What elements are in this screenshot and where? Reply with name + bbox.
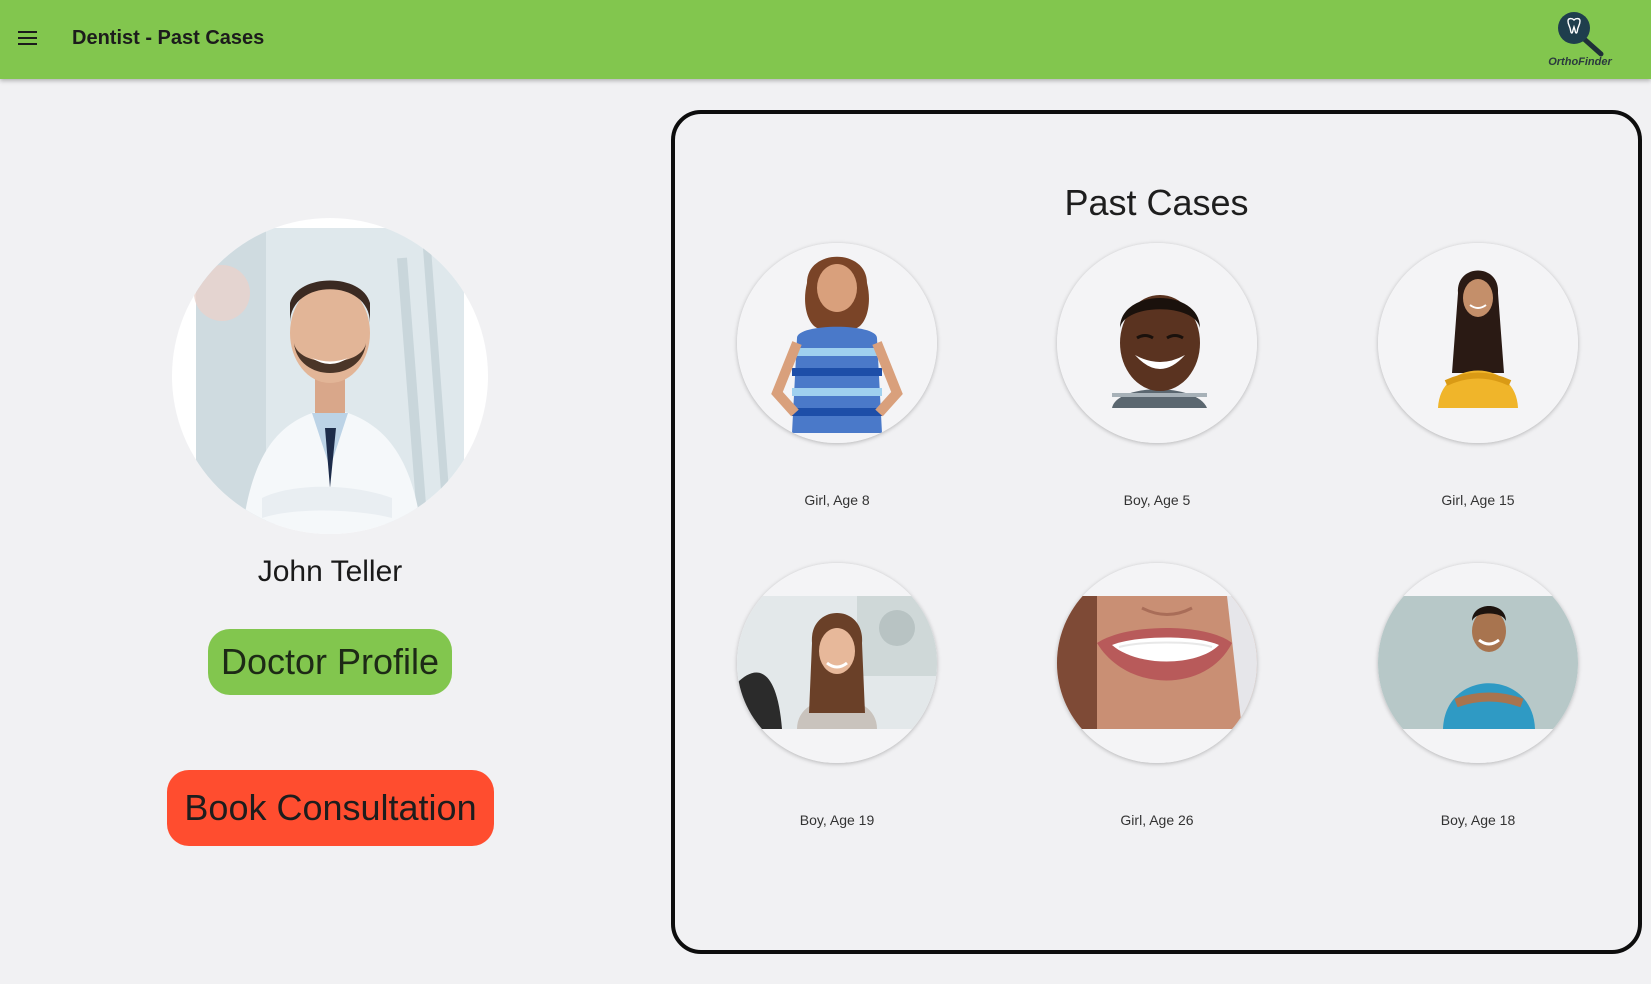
case-photo [1378, 243, 1578, 443]
case-label: Girl, Age 26 [1120, 812, 1194, 828]
doctor-profile-button[interactable]: Doctor Profile [208, 629, 452, 695]
hamburger-menu-icon[interactable] [14, 28, 42, 52]
case-label: Boy, Age 19 [799, 812, 875, 828]
case-card[interactable]: Girl, Age 8 [737, 243, 937, 508]
case-photo [1057, 243, 1257, 443]
case-label: Girl, Age 15 [1441, 492, 1515, 508]
case-photo [737, 243, 937, 443]
tooth-magnifier-icon [1558, 12, 1604, 57]
case-photo [737, 563, 937, 763]
book-consultation-button[interactable]: Book Consultation [167, 770, 494, 846]
case-label: Girl, Age 8 [804, 492, 870, 508]
case-card[interactable]: Boy, Age 19 [737, 563, 937, 828]
case-card[interactable]: Girl, Age 15 [1378, 243, 1578, 508]
logo-text: OrthoFinder [1548, 56, 1612, 68]
case-card[interactable]: Boy, Age 5 [1057, 243, 1257, 508]
past-cases-panel: Past Cases Girl, Age 8 Boy, Age 5 Girl, … [671, 110, 1642, 954]
top-app-bar: Dentist - Past Cases OrthoFinder [0, 0, 1651, 79]
case-photo [1378, 563, 1578, 763]
orthofinder-logo[interactable]: OrthoFinder [1539, 10, 1621, 72]
case-card[interactable]: Girl, Age 26 [1057, 563, 1257, 828]
case-photo [1057, 563, 1257, 763]
past-cases-title: Past Cases [1064, 182, 1249, 223]
page-title: Dentist - Past Cases [72, 27, 265, 49]
case-label: Boy, Age 5 [1123, 492, 1191, 508]
doctor-name: John Teller [257, 555, 403, 588]
doctor-photo [172, 218, 488, 534]
case-label: Boy, Age 18 [1440, 812, 1516, 828]
case-card[interactable]: Boy, Age 18 [1378, 563, 1578, 828]
